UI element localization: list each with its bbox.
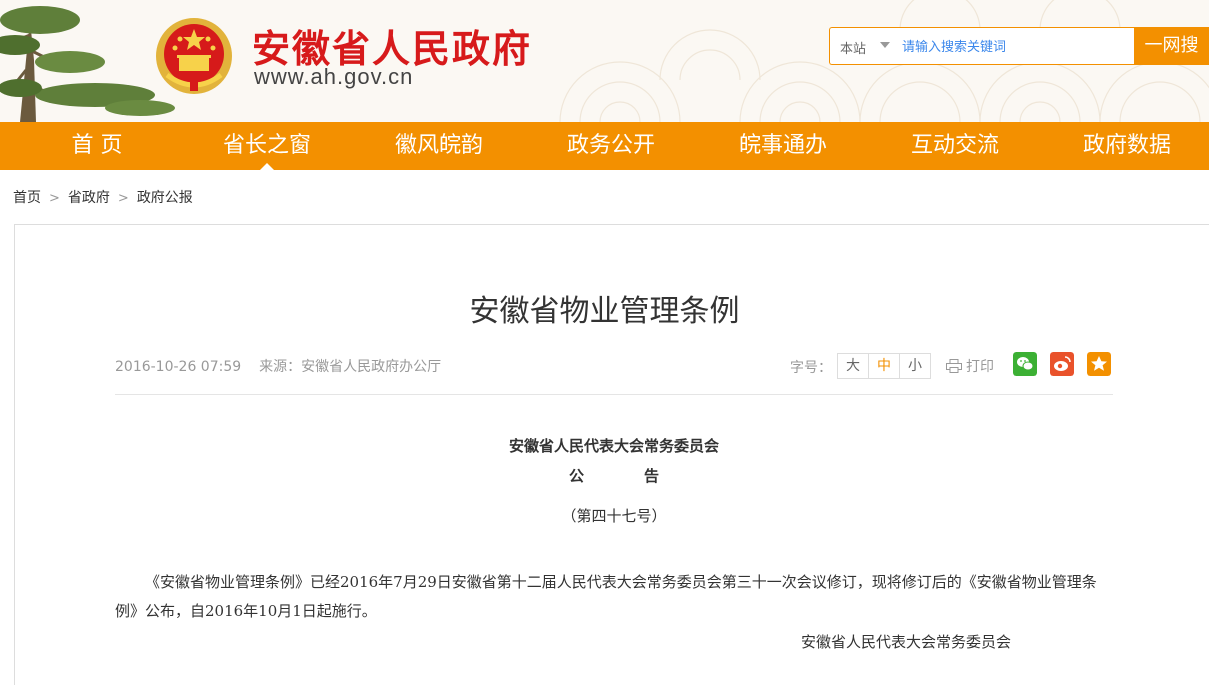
chevron-down-icon[interactable] bbox=[880, 42, 890, 48]
nav-item-governor[interactable]: 省长之窗 bbox=[181, 122, 353, 170]
breadcrumb-gazette[interactable]: 政府公报 bbox=[137, 187, 193, 207]
breadcrumb-province[interactable]: 省政府 bbox=[68, 187, 110, 207]
nav-item-gov-affairs[interactable]: 政务公开 bbox=[525, 122, 697, 170]
search-box: 本站 bbox=[829, 27, 1135, 65]
nav-item-culture[interactable]: 徽风皖韵 bbox=[353, 122, 525, 170]
national-emblem-logo bbox=[156, 18, 232, 94]
notice-char: 公 bbox=[568, 467, 584, 485]
body-paragraph: 《安徽省物业管理条例》已经2016年7月29日安徽省第十二届人民代表大会常务委员… bbox=[115, 573, 1097, 620]
wechat-icon[interactable] bbox=[1013, 352, 1037, 376]
search-input[interactable] bbox=[900, 35, 1129, 59]
font-size-medium-button[interactable]: 中 bbox=[869, 354, 900, 378]
divider bbox=[115, 394, 1113, 395]
favorite-star-icon[interactable] bbox=[1087, 352, 1111, 376]
nav-item-interaction[interactable]: 互动交流 bbox=[869, 122, 1041, 170]
font-size-selector: 大 中 小 bbox=[837, 353, 931, 379]
nav-item-services[interactable]: 皖事通办 bbox=[697, 122, 869, 170]
chevron-right-icon: > bbox=[117, 191, 129, 206]
print-button[interactable]: 打印 bbox=[946, 356, 994, 376]
nav-item-home[interactable]: 首 页 bbox=[11, 122, 183, 170]
print-label: 打印 bbox=[966, 359, 994, 375]
search-bar: 本站 一网搜 bbox=[829, 27, 1209, 65]
article-title: 安徽省物业管理条例 bbox=[469, 294, 740, 329]
article-source: 来源：安徽省人民政府办公厅 bbox=[259, 359, 442, 375]
signature: 安徽省人民代表大会常务委员会 bbox=[801, 633, 1012, 651]
search-scope-select[interactable]: 本站 bbox=[840, 38, 866, 57]
font-size-large-button[interactable]: 大 bbox=[838, 354, 869, 378]
article-datetime: 2016-10-26 07:59 bbox=[115, 359, 242, 375]
breadcrumb: 首页 > 省政府 > 政府公报 bbox=[13, 187, 193, 207]
notice-heading: 公告 bbox=[115, 465, 1113, 486]
chevron-right-icon: > bbox=[49, 191, 60, 206]
site-url[interactable]: www.ah.gov.cn bbox=[254, 64, 413, 90]
search-button[interactable]: 一网搜 bbox=[1134, 27, 1209, 65]
main-nav: 首 页 省长之窗 徽风皖韵 政务公开 皖事通办 互动交流 政府数据 bbox=[0, 122, 1209, 170]
issuing-organization: 安徽省人民代表大会常务委员会 bbox=[508, 437, 719, 455]
article-meta: 2016-10-26 07:59 来源：安徽省人民政府办公厅 bbox=[115, 356, 441, 376]
font-size-small-button[interactable]: 小 bbox=[900, 354, 930, 378]
notice-char: 告 bbox=[644, 467, 660, 485]
breadcrumb-home[interactable]: 首页 bbox=[13, 187, 41, 207]
nav-item-data[interactable]: 政府数据 bbox=[1041, 122, 1209, 170]
printer-icon bbox=[946, 359, 962, 373]
site-header: 安徽省人民政府 www.ah.gov.cn 本站 一网搜 bbox=[0, 0, 1209, 122]
weibo-icon[interactable] bbox=[1050, 352, 1074, 376]
notice-number: （第四十七号） bbox=[561, 507, 667, 525]
font-size-label: 字号： bbox=[790, 360, 832, 376]
